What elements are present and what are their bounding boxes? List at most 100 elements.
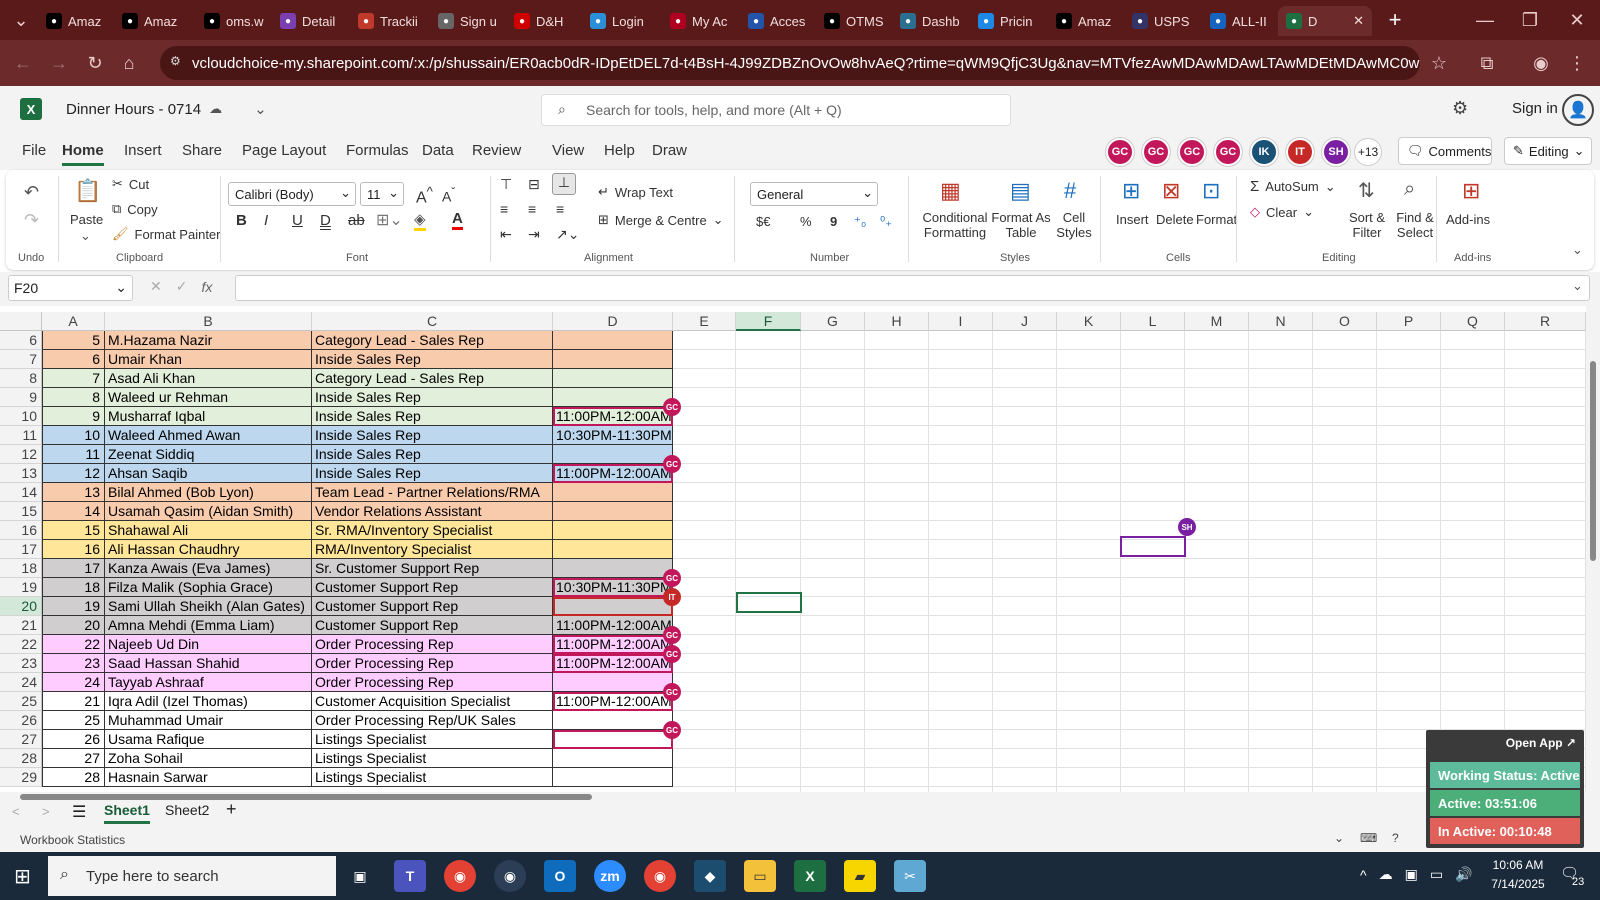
- cell-b[interactable]: Zeenat Siddiq: [105, 445, 312, 464]
- column-header-h[interactable]: H: [865, 312, 929, 331]
- align-bottom-icon[interactable]: ⊥: [552, 173, 576, 195]
- row-header[interactable]: 12: [0, 445, 42, 464]
- addins-button[interactable]: Add-ins: [1446, 212, 1490, 227]
- volume-icon[interactable]: 🔊: [1455, 866, 1472, 883]
- cell-a[interactable]: 11: [42, 445, 105, 464]
- cell-d[interactable]: [553, 350, 673, 369]
- row-header[interactable]: 14: [0, 483, 42, 502]
- cell-a[interactable]: 21: [42, 692, 105, 711]
- increase-decimal-icon[interactable]: ⁺₀: [854, 214, 866, 230]
- browser-tab[interactable]: ● USPS: [1124, 6, 1200, 36]
- align-top-icon[interactable]: ⊤: [500, 176, 512, 193]
- cell-b[interactable]: Muhammad Umair: [105, 711, 312, 730]
- column-header-l[interactable]: L: [1121, 312, 1185, 331]
- cell-d[interactable]: [553, 540, 673, 559]
- align-middle-icon[interactable]: ⊟: [528, 176, 540, 193]
- paste-button[interactable]: Paste: [70, 212, 103, 227]
- confirm-formula-icon[interactable]: ✓: [176, 278, 188, 295]
- row-header[interactable]: 11: [0, 426, 42, 445]
- column-header-n[interactable]: N: [1249, 312, 1313, 331]
- browser-tab[interactable]: ● Trackii: [350, 6, 426, 36]
- find-select-icon[interactable]: ⌕: [1404, 178, 1415, 201]
- horizontal-scroll-thumb[interactable]: [20, 794, 592, 800]
- delete-cells-icon[interactable]: ⊠: [1162, 178, 1180, 204]
- sign-in-link[interactable]: Sign in: [1512, 100, 1558, 117]
- cut-button[interactable]: ✂ Cut: [112, 176, 149, 192]
- delete-cells-button[interactable]: Delete: [1156, 212, 1194, 227]
- cell-styles-icon[interactable]: #: [1064, 178, 1076, 204]
- row-header[interactable]: 13: [0, 464, 42, 483]
- cell-d[interactable]: [553, 445, 673, 464]
- tray-app-icon[interactable]: ▣: [1405, 866, 1418, 883]
- cell-a[interactable]: 20: [42, 616, 105, 635]
- menu-review[interactable]: Review: [472, 142, 521, 159]
- cell-a[interactable]: 25: [42, 711, 105, 730]
- row-header[interactable]: 28: [0, 749, 42, 768]
- cell-d[interactable]: [553, 673, 673, 692]
- cell-a[interactable]: 27: [42, 749, 105, 768]
- column-header-r[interactable]: R: [1505, 312, 1586, 331]
- cell-b[interactable]: Tayyab Ashraaf: [105, 673, 312, 692]
- undo-icon[interactable]: ↶: [24, 182, 39, 203]
- row-header[interactable]: 10: [0, 407, 42, 426]
- cell-b[interactable]: Usama Rafique: [105, 730, 312, 749]
- account-avatar-icon[interactable]: 👤: [1562, 94, 1594, 126]
- cell-a[interactable]: 8: [42, 388, 105, 407]
- sticky-notes-icon[interactable]: ▰: [844, 860, 876, 892]
- file-title[interactable]: Dinner Hours - 0714: [66, 101, 201, 118]
- column-header-g[interactable]: G: [801, 312, 865, 331]
- cell-b[interactable]: Sami Ullah Sheikh (Alan Gates): [105, 597, 312, 616]
- cell-a[interactable]: 16: [42, 540, 105, 559]
- browser-tab[interactable]: ● Acces: [740, 6, 816, 36]
- tray-chevron-icon[interactable]: ^: [1360, 867, 1367, 883]
- vertical-scrollbar[interactable]: [1586, 306, 1600, 792]
- row-header[interactable]: 20: [0, 597, 42, 616]
- format-cells-button[interactable]: Format: [1196, 212, 1237, 227]
- find-select-button[interactable]: Find & Select: [1390, 210, 1440, 240]
- cell-c[interactable]: Category Lead - Sales Rep: [312, 331, 553, 350]
- row-header[interactable]: 19: [0, 578, 42, 597]
- cell-c[interactable]: Team Lead - Partner Relations/RMA: [312, 483, 553, 502]
- function-icon[interactable]: fx: [201, 279, 212, 295]
- format-as-table-button[interactable]: Format As Table: [990, 210, 1052, 240]
- cell-c[interactable]: Inside Sales Rep: [312, 407, 553, 426]
- cell-c[interactable]: Order Processing Rep/UK Sales: [312, 711, 553, 730]
- chrome-profile-icon[interactable]: ◉: [644, 860, 676, 892]
- active-cell-f20[interactable]: [736, 592, 802, 613]
- collaborator-avatar[interactable]: GC: [1214, 138, 1242, 166]
- collaborator-avatar[interactable]: IK: [1250, 138, 1278, 166]
- sheet-tab-sheet2[interactable]: Sheet2: [165, 802, 209, 818]
- collaborator-avatar[interactable]: GC: [1142, 138, 1170, 166]
- format-as-table-icon[interactable]: ▤: [1010, 178, 1031, 204]
- insert-cells-button[interactable]: Insert: [1116, 212, 1149, 227]
- menu-home[interactable]: Home: [62, 142, 104, 166]
- cell-d[interactable]: [553, 768, 673, 787]
- cell-b[interactable]: Kanza Awais (Eva James): [105, 559, 312, 578]
- menu-help[interactable]: Help: [604, 142, 635, 159]
- row-header[interactable]: 24: [0, 673, 42, 692]
- cell-c[interactable]: RMA/Inventory Specialist: [312, 540, 553, 559]
- search-input[interactable]: ⌕ Search for tools, help, and more (Alt …: [541, 94, 1011, 126]
- row-header[interactable]: 16: [0, 521, 42, 540]
- column-header-b[interactable]: B: [105, 312, 312, 331]
- close-window-icon[interactable]: ✕: [1562, 5, 1592, 35]
- column-header-i[interactable]: I: [929, 312, 993, 331]
- cell-d[interactable]: [553, 521, 673, 540]
- cell-b[interactable]: Zoha Sohail: [105, 749, 312, 768]
- cell-b[interactable]: Iqra Adil (Izel Thomas): [105, 692, 312, 711]
- cell-b[interactable]: Waleed ur Rehman: [105, 388, 312, 407]
- cell-d[interactable]: [553, 369, 673, 388]
- browser-tab[interactable]: ● Amaz: [114, 6, 190, 36]
- align-right-icon[interactable]: ≡: [556, 201, 564, 217]
- cell-a[interactable]: 6: [42, 350, 105, 369]
- browser-tab[interactable]: ● Amaz: [38, 6, 114, 36]
- format-painter-button[interactable]: 🖌 Format Painter: [112, 226, 221, 242]
- taskbar-search-input[interactable]: ⌕ Type here to search: [48, 856, 336, 896]
- profile-icon[interactable]: ◉: [1526, 48, 1556, 78]
- browser-tab[interactable]: ● ALL-II: [1202, 6, 1278, 36]
- more-collaborators-badge[interactable]: +13: [1354, 138, 1382, 166]
- menu-page-layout[interactable]: Page Layout: [242, 142, 326, 159]
- autosum-button[interactable]: Σ AutoSum ⌄: [1250, 178, 1336, 195]
- cell-b[interactable]: Filza Malik (Sophia Grace): [105, 578, 312, 597]
- keyboard-icon[interactable]: ⌨: [1360, 831, 1377, 845]
